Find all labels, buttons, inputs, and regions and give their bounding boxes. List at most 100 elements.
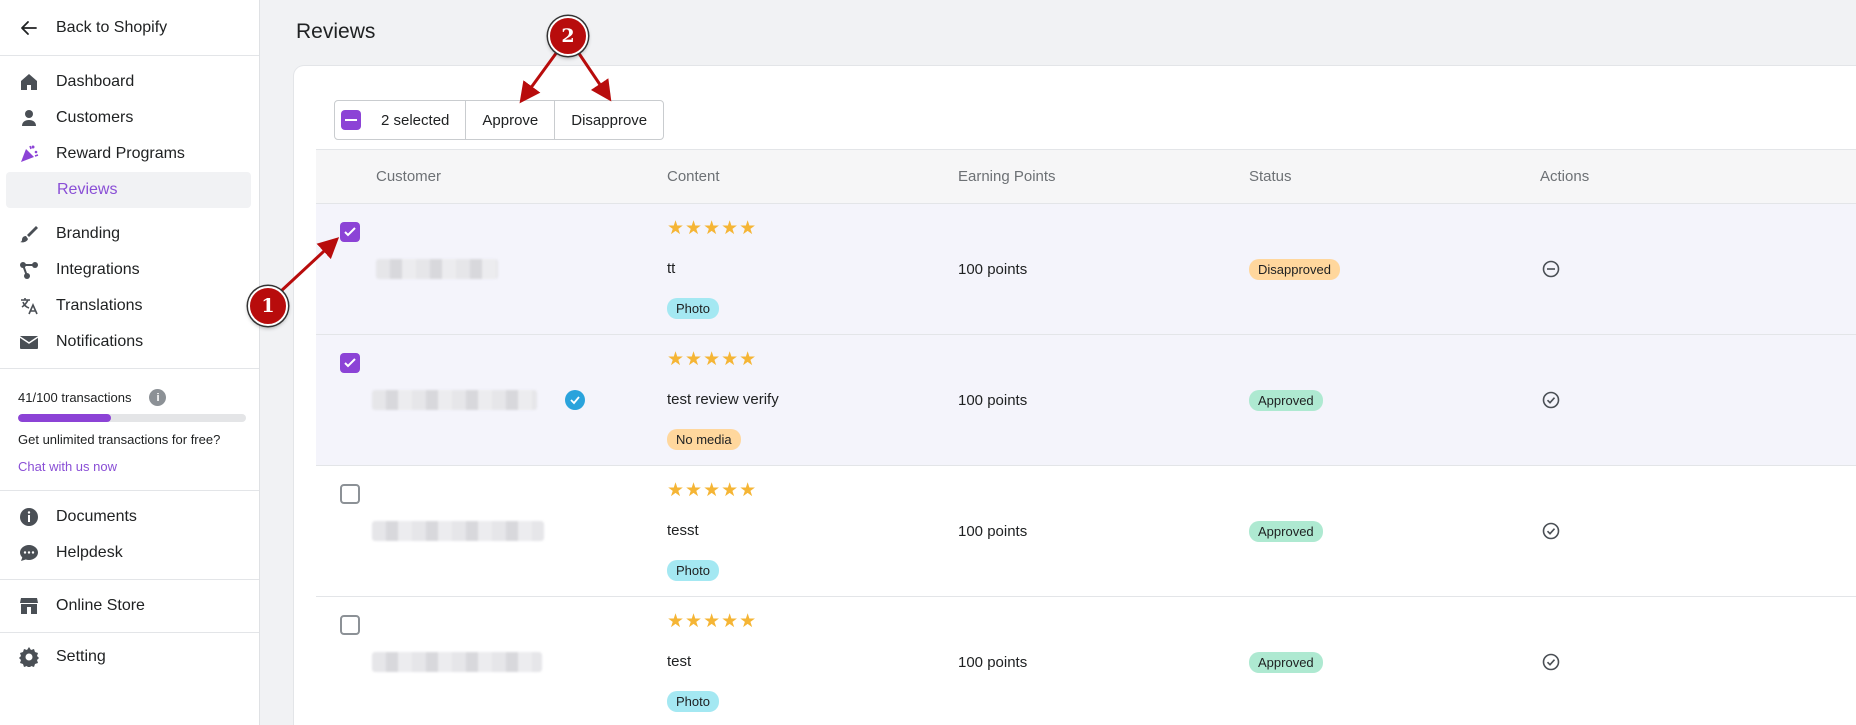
nav-label-translations: Translations [56,297,143,314]
page-title: Reviews [296,20,376,43]
disapprove-action-icon[interactable] [1540,258,1562,280]
nav-label-customers: Customers [56,109,134,126]
user-icon [18,107,40,129]
nav-item-notifications[interactable]: Notifications [0,324,259,360]
media-tag: Photo [667,691,719,712]
back-to-shopify-link[interactable]: Back to Shopify [0,0,259,56]
customer-name-redacted [372,652,542,672]
rating-stars: ★★★★★ [667,480,758,501]
party-popper-icon [18,143,40,165]
transactions-progress-fill [18,414,112,422]
nav-item-branding[interactable]: Branding [0,216,259,252]
annotation-marker-2: 2 [548,16,588,56]
table-row[interactable]: ★★★★★ test Photo 100 points Approved [316,597,1856,725]
approve-action-icon[interactable] [1540,389,1562,411]
chat-with-us-link[interactable]: Chat with us now [18,459,241,474]
header-earning-points: Earning Points [958,168,1056,185]
customer-name-redacted [372,390,537,410]
nav-label-notifications: Notifications [56,333,144,350]
nav-label-helpdesk: Helpdesk [56,544,123,561]
header-actions: Actions [1540,168,1590,185]
status-badge: Approved [1249,389,1323,411]
review-content: tt [667,260,676,277]
nav-item-integrations[interactable]: Integrations [0,252,259,288]
media-tag: Photo [667,298,719,319]
nav-item-customers[interactable]: Customers [0,100,259,136]
status-badge: Approved [1249,651,1323,673]
earning-points: 100 points [958,260,1028,278]
integration-icon [18,259,40,281]
row-checkbox[interactable] [340,353,360,373]
table-row[interactable]: ★★★★★ tesst Photo 100 points Approved [316,466,1856,597]
row-checkbox[interactable] [340,615,360,635]
approve-button[interactable]: Approve [466,101,556,139]
nav-label-branding: Branding [56,225,121,242]
nav-label-documents: Documents [56,508,137,525]
settings-nav: Setting [0,633,259,681]
nav-label-integrations: Integrations [56,261,140,278]
nav-item-dashboard[interactable]: Dashboard [0,64,259,100]
translate-icon [18,295,40,317]
main-nav: Dashboard Customers Reward Programs Revi… [0,56,259,369]
header-customer: Customer [376,168,442,185]
nav-label-setting: Setting [56,648,106,665]
annotation-marker-1: 1 [248,286,288,326]
media-tag: No media [667,429,741,450]
media-tag: Photo [667,560,719,581]
rating-stars: ★★★★★ [667,611,758,632]
transactions-progress-bar [18,414,246,422]
nav-item-reviews[interactable]: Reviews [6,172,251,208]
nav-label-dashboard: Dashboard [56,73,135,90]
info-circle-icon [18,506,40,528]
header-content: Content [667,168,720,185]
nav-label-reward-programs: Reward Programs [56,145,185,162]
brush-icon [18,223,40,245]
nav-item-setting[interactable]: Setting [0,639,259,675]
earning-points: 100 points [958,522,1028,540]
select-all-checkbox[interactable] [341,110,361,130]
bulk-select[interactable]: 2 selected [335,101,467,139]
disapprove-button[interactable]: Disapprove [555,101,663,139]
review-content: test [667,653,692,670]
info-icon[interactable]: i [149,389,167,406]
review-content: tesst [667,522,699,539]
status-badge: Approved [1249,520,1323,542]
rating-stars: ★★★★★ [667,349,758,370]
nav-item-reward-programs[interactable]: Reward Programs [0,136,259,172]
reviews-card: 2 selected Approve Disapprove Customer C… [294,66,1856,725]
selected-count: 2 selected [381,111,450,129]
status-badge: Disapproved [1249,258,1340,280]
gear-icon [18,646,40,668]
transactions-count: 41/100 transactions [18,390,132,405]
mail-icon [18,331,40,353]
back-to-shopify-label: Back to Shopify [56,18,168,36]
earning-points: 100 points [958,653,1028,671]
bulk-actions-bar: 2 selected Approve Disapprove [334,100,665,140]
table-row[interactable]: ★★★★★ test review verify No media 100 po… [316,335,1856,466]
nav-item-helpdesk[interactable]: Helpdesk [0,535,259,571]
sidebar: Back to Shopify Dashboard Customers Rewa… [0,0,260,725]
verified-icon [565,390,585,410]
customer-name-redacted [372,521,544,541]
nav-item-documents[interactable]: Documents [0,499,259,535]
review-content: test review verify [667,391,779,408]
reviews-table: Customer Content Earning Points Status A… [316,149,1856,725]
customer-name-redacted [376,259,498,279]
table-header: Customer Content Earning Points Status A… [316,150,1856,204]
store-icon [18,595,40,617]
rating-stars: ★★★★★ [667,218,758,239]
table-row[interactable]: ★★★★★ tt Photo 100 points Disapproved [316,204,1856,335]
usage-panel: 41/100 transactions i Get unlimited tran… [0,369,259,491]
help-nav: Documents Helpdesk [0,491,259,580]
approve-action-icon[interactable] [1540,520,1562,542]
row-checkbox[interactable] [340,222,360,242]
row-checkbox[interactable] [340,484,360,504]
nav-item-online-store[interactable]: Online Store [0,588,259,624]
header-status: Status [1249,168,1292,185]
chat-icon [18,542,40,564]
approve-action-icon[interactable] [1540,651,1562,673]
earning-points: 100 points [958,391,1028,409]
store-nav: Online Store [0,580,259,633]
nav-item-translations[interactable]: Translations [0,288,259,324]
nav-label-online-store: Online Store [56,597,145,614]
